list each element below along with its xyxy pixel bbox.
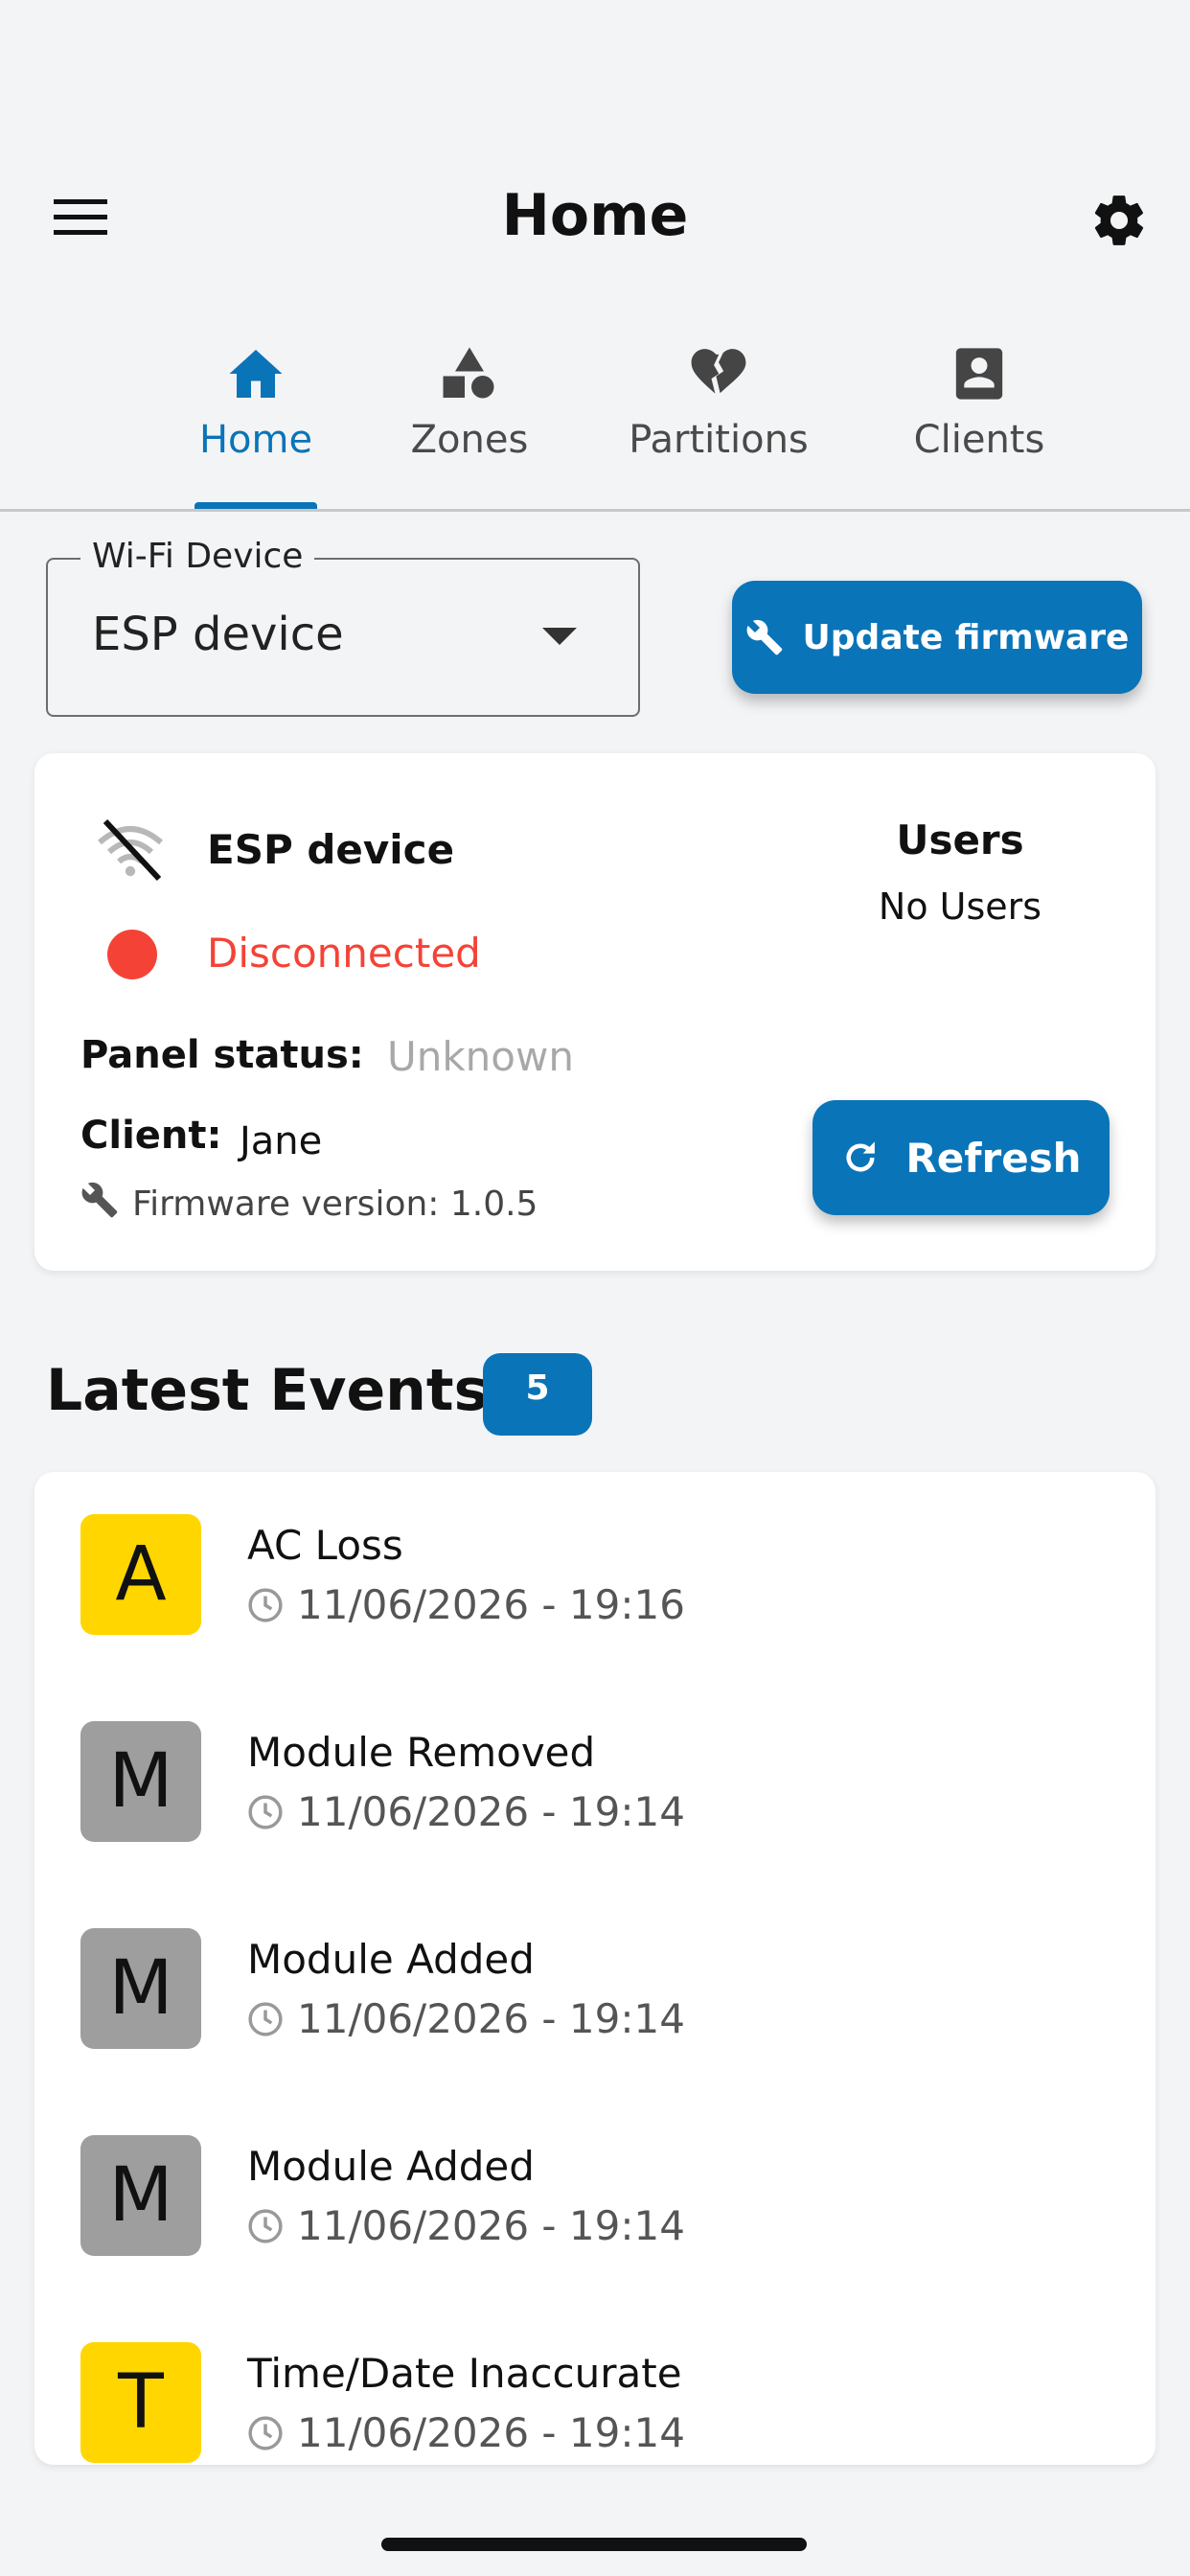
home-icon bbox=[229, 350, 283, 398]
client-label: Client: bbox=[80, 1114, 222, 1158]
event-avatar: A bbox=[80, 1514, 201, 1635]
tab-label: Clients bbox=[913, 418, 1045, 462]
event-item[interactable]: A AC Loss 11/06/2026 - 19:16 bbox=[34, 1472, 1156, 1679]
event-time: 11/06/2026 - 19:14 bbox=[297, 2202, 685, 2249]
event-time: 11/06/2026 - 19:14 bbox=[297, 1788, 685, 1835]
wifi-device-label: Wi-Fi Device bbox=[80, 537, 315, 576]
clock-icon bbox=[248, 1587, 283, 1622]
tab-label: Partitions bbox=[629, 418, 809, 462]
caret-down-icon bbox=[542, 628, 577, 645]
tab-bar: Home Zones Partitions Clients bbox=[0, 326, 1190, 510]
events-count-badge: 5 bbox=[483, 1353, 592, 1436]
client-value: Jane bbox=[240, 1119, 323, 1163]
firmware-version: Firmware version: 1.0.5 bbox=[132, 1184, 538, 1224]
event-time: 11/06/2026 - 19:14 bbox=[297, 1995, 685, 2042]
event-avatar: M bbox=[80, 1721, 201, 1842]
gear-icon[interactable] bbox=[1081, 182, 1157, 259]
wrench-icon bbox=[746, 619, 782, 656]
panel-status-value: Unknown bbox=[387, 1033, 574, 1080]
update-firmware-label: Update firmware bbox=[802, 617, 1130, 657]
event-title: Time/Date Inaccurate bbox=[247, 2350, 682, 2397]
status-dot bbox=[107, 930, 157, 979]
page-title: Home bbox=[501, 182, 689, 249]
event-avatar: T bbox=[80, 2342, 201, 2463]
tab-zones[interactable]: Zones bbox=[393, 326, 546, 510]
shapes-icon bbox=[443, 347, 494, 399]
event-item[interactable]: M Module Added 11/06/2026 - 19:14 bbox=[34, 2093, 1156, 2300]
contact-card-icon bbox=[955, 348, 1003, 400]
app-bar bbox=[0, 0, 1190, 316]
panel-status-label: Panel status: bbox=[80, 1033, 364, 1077]
tab-clients[interactable]: Clients bbox=[901, 326, 1058, 510]
update-firmware-button[interactable]: Update firmware bbox=[732, 581, 1142, 694]
connection-status: Disconnected bbox=[207, 930, 481, 977]
event-time: 11/06/2026 - 19:14 bbox=[297, 2409, 685, 2456]
event-item[interactable]: M Module Added 11/06/2026 - 19:14 bbox=[34, 1886, 1156, 2093]
tab-label: Zones bbox=[410, 418, 529, 462]
refresh-label: Refresh bbox=[905, 1134, 1082, 1182]
clock-icon bbox=[248, 2208, 283, 2243]
refresh-icon bbox=[846, 1141, 876, 1172]
event-avatar: M bbox=[80, 1928, 201, 2049]
users-value: No Users bbox=[878, 886, 1042, 928]
clock-icon bbox=[248, 2415, 283, 2450]
refresh-button[interactable]: Refresh bbox=[812, 1100, 1110, 1215]
tab-partitions[interactable]: Partitions bbox=[613, 326, 824, 510]
wifi-off-icon bbox=[92, 816, 169, 887]
clock-icon bbox=[248, 2001, 283, 2036]
event-avatar: M bbox=[80, 2135, 201, 2256]
event-item[interactable]: T Time/Date Inaccurate 11/06/2026 - 19:1… bbox=[34, 2300, 1156, 2465]
tab-divider bbox=[0, 509, 1190, 512]
broken-heart-icon bbox=[691, 349, 746, 394]
clock-icon bbox=[248, 1794, 283, 1829]
event-title: AC Loss bbox=[247, 1522, 403, 1569]
event-time: 11/06/2026 - 19:16 bbox=[297, 1581, 685, 1628]
device-name: ESP device bbox=[207, 826, 455, 873]
users-heading: Users bbox=[896, 816, 1024, 863]
wifi-device-selected: ESP device bbox=[92, 608, 344, 661]
tab-label: Home bbox=[198, 418, 313, 462]
event-title: Module Removed bbox=[247, 1729, 596, 1776]
events-title: Latest Events bbox=[46, 1357, 489, 1424]
event-title: Module Added bbox=[247, 2143, 535, 2190]
event-title: Module Added bbox=[247, 1936, 535, 1983]
event-item[interactable]: M Module Removed 11/06/2026 - 19:14 bbox=[34, 1679, 1156, 1886]
tab-home[interactable]: Home bbox=[175, 326, 336, 510]
wrench-icon bbox=[80, 1181, 119, 1223]
events-list: A AC Loss 11/06/2026 - 19:16 M Module Re… bbox=[34, 1472, 1156, 2465]
home-indicator[interactable] bbox=[381, 2538, 807, 2551]
